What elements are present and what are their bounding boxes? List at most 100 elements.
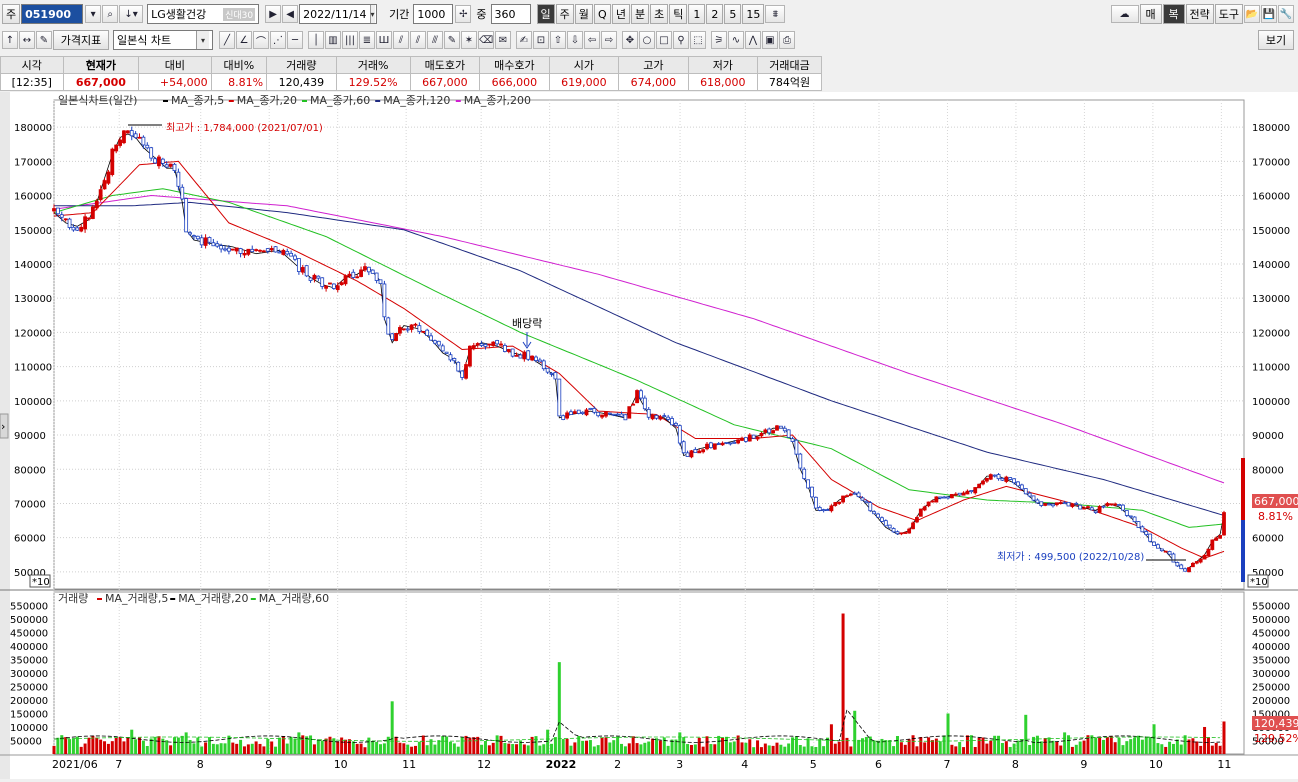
back-icon[interactable]: ◀ [282,5,299,23]
wrench-icon[interactable]: 🔧 [1278,5,1294,23]
candle-body [483,343,488,347]
up-arrow-icon[interactable]: ↑ [2,31,18,49]
price-legend-item-3: MA_종가,120 [383,94,450,107]
text-tool-icon[interactable]: ✍ [516,31,532,49]
print-tool-icon[interactable]: ⎙ [779,31,795,49]
pitch-tool-icon[interactable]: ⫽ [393,31,409,49]
box-tool-icon[interactable]: ⊡ [533,31,549,49]
timeframe-button-7[interactable]: 틱 [669,4,688,24]
volume-bar [822,746,826,754]
timeframe-button-3[interactable]: Q [593,4,611,24]
rect-tool-icon[interactable]: □ [656,31,672,49]
parallel-tool-icon[interactable]: ⫻ [427,31,443,49]
indicator-menu-label: 가격지표 [60,34,102,47]
view-button[interactable]: 보기 [1258,30,1294,50]
candle-body [320,277,325,287]
trend-tool-icon[interactable]: ⚞ [711,31,727,49]
chart-settings-icon[interactable]: ⩩ [765,5,786,23]
timeframe-button-10[interactable]: 5 [724,4,742,24]
cloud-icon[interactable]: ☁ [1110,5,1139,23]
image-tool-icon[interactable]: ▣ [762,31,778,49]
timeframe-button-4[interactable]: 년 [611,4,630,24]
price-tick-right-7: 110000 [1252,363,1290,374]
channel-tool-icon[interactable]: ⫽ [410,31,426,49]
edit-icon[interactable]: ✎ [36,31,52,49]
note-tool-icon[interactable]: ✉ [495,31,511,49]
bars-tool-icon[interactable]: ||| [342,31,358,49]
line-tool-icon[interactable]: ╱ [219,31,235,49]
play-icon[interactable]: ▶ [265,5,282,23]
right-button-0[interactable]: 매 [1139,4,1162,24]
volume-bar [938,741,942,754]
timeframe-button-11[interactable]: 15 [742,4,765,24]
move-tool-icon[interactable]: ✥ [622,31,638,49]
eraser-tool-icon[interactable]: ⌫ [478,31,494,49]
volume-bar [417,741,421,754]
fan-tool-icon[interactable]: ⋰ [270,31,286,49]
timeframe-button-6[interactable]: 초 [650,4,669,24]
vline-tool-icon[interactable]: │ [308,31,324,49]
wave-tool-icon[interactable]: ∿ [728,31,744,49]
period-input[interactable]: 1000 [413,4,454,24]
quote-header-10: 저가 [687,56,759,74]
candle-body [1144,531,1149,535]
save-icon[interactable]: 💾 [1261,5,1277,23]
timeframe-button-9[interactable]: 2 [706,4,724,24]
candle-body [518,354,523,359]
quote-header-9: 고가 [618,56,689,74]
fibo-tool-icon[interactable]: ≣ [359,31,375,49]
credit-badge: 신대30 [223,7,256,21]
candle-body [988,474,993,480]
circle-tool-icon[interactable]: ○ [639,31,655,49]
chart-type-dropdown-icon[interactable]: ▾ [196,31,209,49]
date-input[interactable]: 2022/11/14 ▾ [299,4,378,24]
candle-body [471,345,476,349]
arc-tool-icon[interactable]: ⌒ [253,31,269,49]
chart-type-select[interactable]: 일본식 차트 ▾ [113,30,213,50]
sort-icon[interactable]: ↓▾ [119,5,144,23]
timeframe-button-5[interactable]: 분 [631,4,650,24]
code-dropdown-icon[interactable]: ▾ [85,5,102,23]
timeframe-button-0[interactable]: 일 [536,4,555,24]
crosshair-icon[interactable]: ✢ [455,5,472,23]
hline-tool-icon[interactable]: ─ [287,31,303,49]
timeframe-button-1[interactable]: 주 [555,4,574,24]
grid-tool-icon[interactable]: ▥ [325,31,341,49]
arrow-left-tool-icon[interactable]: ⇦ [584,31,600,49]
arrow-right-tool-icon[interactable]: ⇨ [601,31,617,49]
magic-tool-icon[interactable]: ✶ [461,31,477,49]
expand-arrows-icon[interactable]: ↔ [19,31,35,49]
select-tool-icon[interactable]: ⬚ [690,31,706,49]
pencil-tool-icon[interactable]: ✎ [444,31,460,49]
right-button-3[interactable]: 도구 [1214,4,1243,24]
timeframe-button-8[interactable]: 1 [688,4,706,24]
wave2-tool-icon[interactable]: ⋀ [745,31,761,49]
high-price-annotation: 최고가 : 1,784,000 (2021/07/01) [166,122,323,134]
candle-body [1198,558,1203,563]
candle-body [817,507,822,511]
quote-header-row: 시각 현재가 대비 대비% 거래량 거래% 매도호가 매수호가 시가 고가 저가 거래대금 [0,56,822,74]
volume-bar [701,746,705,754]
timeframe-button-2[interactable]: 월 [574,4,593,24]
zoom-tool-icon[interactable]: ⚲ [673,31,689,49]
arrow-down-tool-icon[interactable]: ⇩ [567,31,583,49]
candle-body [646,408,651,418]
stock-name-field[interactable]: LG생활건강 신대30 [147,4,260,24]
chart-area[interactable]: 180000 180000 170000 170000 160000 160000 1500… [0,92,1298,779]
stock-code-input[interactable]: 051900 [21,4,84,24]
arrow-up-tool-icon[interactable]: ⇧ [550,31,566,49]
calendar-dropdown-icon[interactable]: ▾ [369,5,375,23]
cycle-tool-icon[interactable]: Ш [376,31,392,49]
main-toolbar: 주 051900 ▾ ⌕ ↓▾ LG생활건강 신대30 ▶ ◀ 2022/11/… [0,2,1298,26]
open-folder-icon[interactable]: 📂 [1244,5,1260,23]
candle-body [347,273,352,277]
angle-tool-icon[interactable]: ∠ [236,31,252,49]
right-button-2[interactable]: 전략 [1185,4,1214,24]
market-type-button[interactable]: 주 [2,4,21,24]
weight-input[interactable]: 360 [490,4,531,24]
indicator-menu-button[interactable]: 가격지표 [53,30,109,50]
volume-bar [297,732,301,754]
price-volume-chart[interactable]: 180000 180000 170000 170000 160000 160000 1500… [0,92,1298,779]
right-button-1[interactable]: 복 [1162,4,1185,24]
search-icon[interactable]: ⌕ [102,5,119,23]
